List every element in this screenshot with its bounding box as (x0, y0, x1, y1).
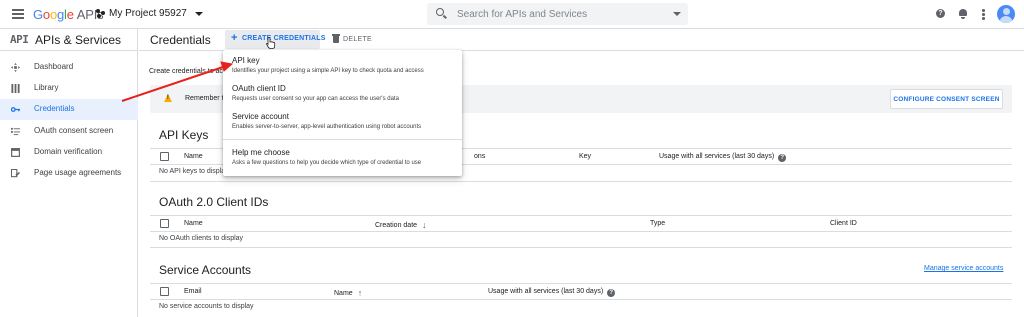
search-bar[interactable] (427, 3, 688, 25)
avatar[interactable] (997, 5, 1015, 23)
sidebar-item-library[interactable]: Library (0, 78, 138, 99)
select-all-checkbox[interactable] (160, 287, 169, 296)
configure-consent-screen-button[interactable]: CONFIGURE CONSENT SCREEN (890, 89, 1003, 109)
sidebar-item-label: Library (34, 83, 59, 92)
more-vert-icon[interactable] (981, 9, 985, 20)
column-header-key: Key (579, 153, 592, 160)
help-icon[interactable]: ? (936, 9, 945, 18)
sidebar-item-label: Credentials (34, 104, 75, 113)
banner-text: Remember t (185, 95, 224, 102)
create-credentials-menu: API key Identifies your project using a … (223, 50, 462, 176)
column-header-client-id: Client ID (830, 220, 857, 227)
sidebar: API APIs & Services Dashboard Library Cr… (0, 29, 138, 317)
menu-item-api-key[interactable]: API key Identifies your project using a … (223, 50, 462, 78)
column-header-usage: Usage with all services (last 30 days)? (488, 288, 616, 297)
select-all-checkbox[interactable] (160, 219, 169, 228)
page-title: Credentials (150, 33, 211, 47)
search-input[interactable] (457, 5, 667, 23)
api-keys-empty-message: No API keys to displa (159, 168, 226, 175)
manage-service-accounts-link[interactable]: Manage service accounts (924, 265, 1003, 272)
column-header-type: Type (650, 220, 666, 227)
column-header-email: Email (184, 288, 202, 295)
divider (150, 247, 1012, 248)
search-icon (436, 8, 444, 16)
delete-label: DELETE (343, 36, 373, 43)
plus-icon: + (231, 32, 238, 44)
sidebar-item-label: Domain verification (34, 147, 103, 156)
delete-button[interactable]: DELETE (331, 30, 381, 49)
column-header-name[interactable]: Name (184, 153, 203, 160)
chevron-down-icon[interactable] (673, 12, 681, 16)
menu-item-help-me-choose[interactable]: Help me choose Asks a few questions to h… (223, 142, 462, 170)
agreements-icon (11, 169, 20, 178)
menu-item-service-account[interactable]: Service account Enables server-to-server… (223, 106, 462, 134)
sidebar-item-label: Dashboard (34, 62, 74, 71)
menu-icon[interactable] (12, 9, 24, 19)
service-accounts-title: Service Accounts (159, 263, 252, 277)
create-credentials-label: CREATE CREDENTIALS (242, 35, 326, 42)
column-header-name: Name (184, 220, 203, 227)
arrow-up-icon: ↑ (357, 288, 363, 298)
sidebar-item-label: Page usage agreements (34, 168, 122, 177)
column-header-usage: Usage with all services (last 30 days)? (659, 153, 787, 162)
notifications-bell-icon[interactable] (958, 9, 968, 19)
service-accounts-empty-message: No service accounts to display (159, 303, 254, 310)
api-logo-icon: API (10, 33, 29, 46)
sidebar-item-dashboard[interactable]: Dashboard (0, 57, 138, 78)
help-icon[interactable]: ? (607, 289, 616, 297)
domain-icon (11, 148, 20, 157)
project-selector[interactable]: My Project 95927 (96, 8, 203, 19)
project-name: My Project 95927 (109, 8, 187, 19)
api-keys-title: API Keys (159, 128, 209, 142)
help-icon[interactable]: ? (778, 154, 787, 162)
menu-divider (223, 139, 462, 140)
sidebar-item-label: OAuth consent screen (34, 126, 114, 135)
arrow-down-icon: ↓ (422, 220, 427, 230)
select-all-checkbox[interactable] (160, 152, 169, 161)
sidebar-item-oauth-consent[interactable]: OAuth consent screen (0, 121, 138, 142)
column-header-creation-date[interactable]: Creation date ↓ (375, 220, 427, 230)
sidebar-title: APIs & Services (35, 33, 122, 47)
oauth-table-header: Name Creation date ↓ Type Client ID (150, 215, 1012, 232)
divider (150, 181, 1012, 182)
column-header-name[interactable]: Name ↑ (334, 288, 362, 298)
menu-item-oauth-client-id[interactable]: OAuth client ID Requests user consent so… (223, 78, 462, 106)
sidebar-header: API APIs & Services (0, 29, 138, 51)
intro-text: Create credentials to ac (149, 68, 223, 75)
consent-icon (11, 127, 20, 136)
service-accounts-table-header: Email Name ↑ Usage with all services (las… (150, 283, 1012, 300)
column-header-restrictions: ons (474, 153, 486, 160)
project-icon (96, 9, 105, 18)
sidebar-item-domain-verification[interactable]: Domain verification (0, 142, 138, 163)
trash-icon (332, 34, 340, 43)
warning-icon (164, 94, 172, 102)
library-icon (11, 84, 20, 93)
top-bar: GoogleAPIs My Project 95927 ? (0, 0, 1024, 29)
sidebar-item-page-usage-agreements[interactable]: Page usage agreements (0, 163, 138, 184)
oauth-client-ids-title: OAuth 2.0 Client IDs (159, 195, 269, 209)
hand-cursor-icon (266, 37, 276, 49)
chevron-down-icon (194, 11, 203, 16)
key-icon (11, 107, 20, 112)
sidebar-item-credentials[interactable]: Credentials (0, 99, 138, 120)
oauth-empty-message: No OAuth clients to display (159, 235, 244, 242)
google-apis-logo[interactable]: Google APIs (33, 7, 104, 22)
dashboard-icon (11, 63, 20, 72)
